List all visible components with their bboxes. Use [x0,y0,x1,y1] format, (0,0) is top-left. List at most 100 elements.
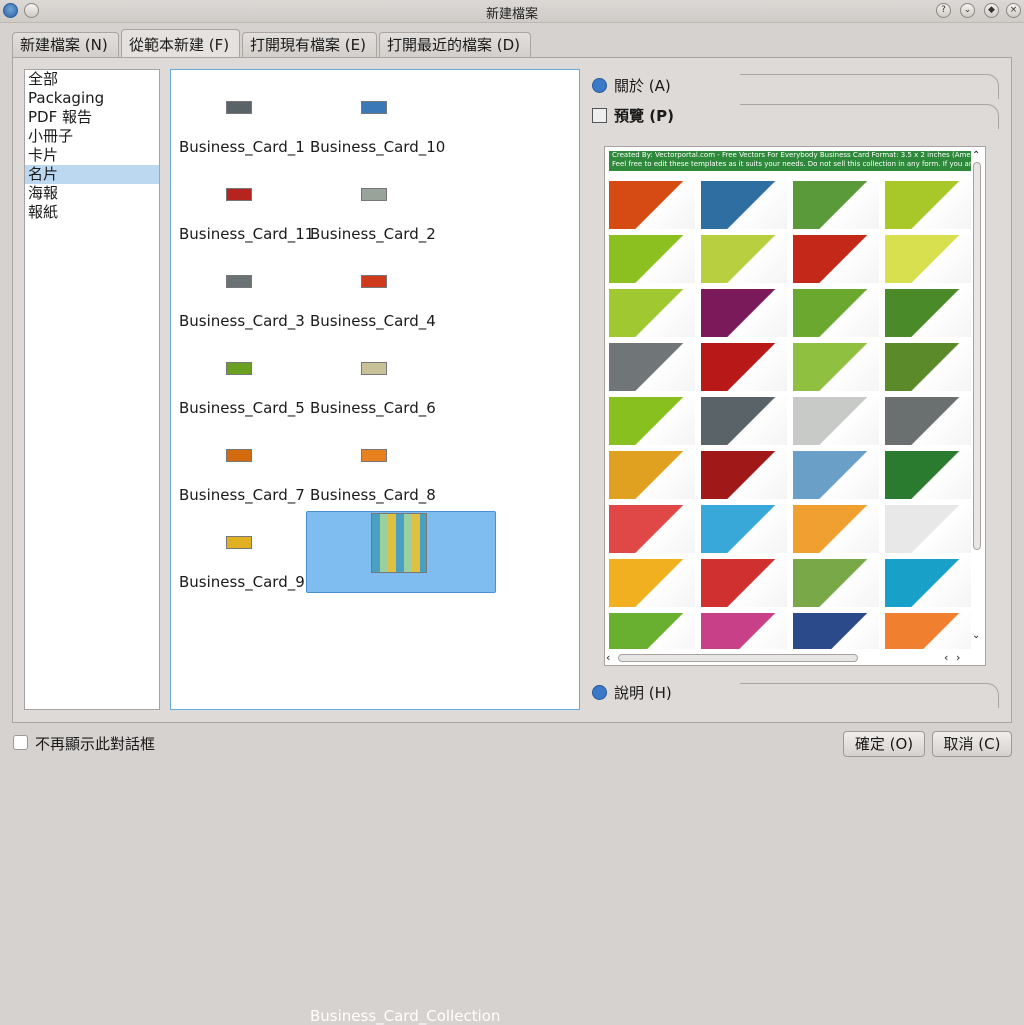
template-thumbnail [361,275,387,288]
help-circle-icon [592,685,607,700]
preview-header: Created By: Vectorportal.com - Free Vect… [609,151,971,171]
help-icon[interactable]: ? [936,3,951,18]
preview-card [609,505,695,553]
template-thumbnail [361,101,387,114]
template-thumbnail [226,362,252,375]
preview-card [701,451,787,499]
template-view[interactable]: Business_Card_1 Business_Card_10 Business_… [170,69,580,1025]
template-label: Business_Card_8 [310,486,436,504]
preview-section-header[interactable]: 預覽 (P) [592,104,674,128]
about-divider [740,74,999,99]
dont-show-again-label: 不再顯示此對話框 [35,735,156,753]
tab-new-file[interactable]: 新建檔案 (N) [12,32,119,58]
preview-card [609,235,695,283]
template-thumbnail [226,188,252,201]
preview-divider [740,104,999,129]
help-section-header[interactable]: 說明 (H) [592,681,672,705]
preview-card [701,289,787,337]
template-thumbnail [361,362,387,375]
about-section-header[interactable]: 關於 (A) [592,74,671,98]
preview-card [793,397,879,445]
preview-card [885,559,971,607]
category-list[interactable]: 全部 Packaging PDF 報告 小冊子 卡片 名片 海報 報紙 [24,69,160,710]
template-label: Business_Card_10 [310,138,446,156]
category-all[interactable]: 全部 [25,70,159,89]
scroll-left-icon[interactable]: ‹ [606,651,610,664]
category-packaging[interactable]: Packaging [25,89,159,108]
window-title: 新建檔案 [485,7,538,22]
preview-card [609,559,695,607]
template-thumbnail [226,449,252,462]
preview-card [609,397,695,445]
preview-vertical-scrollbar[interactable]: ⌃ ⌄ [970,150,984,650]
ok-button[interactable]: 確定 (O) [843,731,925,757]
preview-card [885,289,971,337]
preview-panel[interactable]: Created By: Vectorportal.com - Free Vect… [604,146,986,666]
scroll-down-icon[interactable]: ⌄ [972,630,980,641]
vertical-scroll-thumb[interactable] [973,162,981,550]
tab-open-existing[interactable]: 打開現有檔案 (E) [242,32,377,58]
template-thumbnail [361,449,387,462]
preview-card [793,559,879,607]
tab-open-recent[interactable]: 打開最近的檔案 (D) [379,32,531,58]
close-icon[interactable]: × [1006,3,1021,18]
template-thumbnail [361,188,387,201]
template-label: Business_Card_Collection [310,1007,501,1025]
preview-label: 預覽 (P) [614,107,674,125]
preview-card [793,181,879,229]
preview-card [609,289,695,337]
category-pdf-report[interactable]: PDF 報告 [25,108,159,127]
about-label: 關於 (A) [614,77,671,95]
preview-card [885,181,971,229]
horizontal-scroll-thumb[interactable] [618,654,858,662]
scroll-left-end-icon[interactable]: ‹ [944,651,948,664]
preview-card [701,397,787,445]
title-bar: 新建檔案 ? ⌄ ◆ × [0,0,1024,23]
category-newspaper[interactable]: 報紙 [25,203,159,222]
category-business-card[interactable]: 名片 [25,165,159,184]
preview-card-grid [609,181,971,649]
scroll-up-icon[interactable]: ⌃ [972,150,980,161]
maximize-icon[interactable]: ◆ [984,3,999,18]
preview-card [885,613,971,649]
preview-card [609,451,695,499]
preview-card [701,505,787,553]
info-icon [592,78,607,93]
tab-from-template[interactable]: 從範本新建 (F) [121,29,240,59]
preview-card [701,343,787,391]
template-thumbnail [226,275,252,288]
category-card[interactable]: 卡片 [25,146,159,165]
template-label: Business_Card_2 [310,225,436,243]
preview-card [793,235,879,283]
preview-card [793,505,879,553]
preview-card [609,181,695,229]
preview-card [701,613,787,649]
preview-card [885,451,971,499]
dont-show-again-checkbox[interactable] [13,735,28,750]
preview-card [885,505,971,553]
template-label: Business_Card_4 [310,312,436,330]
preview-card [793,613,879,649]
preview-card [793,451,879,499]
preview-card [609,613,695,649]
scroll-right-icon[interactable]: › [956,651,960,664]
template-label: Business_Card_7 [179,486,305,504]
help-divider [740,683,999,708]
template-label: Business_Card_6 [310,399,436,417]
template-label: Business_Card_3 [179,312,305,330]
category-poster[interactable]: 海報 [25,184,159,203]
template-label: Business_Card_1 [179,138,305,156]
preview-card [885,343,971,391]
template-thumbnail [226,101,252,114]
preview-card [701,235,787,283]
minimize-icon[interactable]: ⌄ [960,3,975,18]
preview-card [701,181,787,229]
template-label: Business_Card_9 [179,573,305,591]
cancel-button[interactable]: 取消 (C) [932,731,1012,757]
category-brochure[interactable]: 小冊子 [25,127,159,146]
preview-card [793,343,879,391]
preview-card [609,343,695,391]
preview-header-line2: Feel free to edit these templates as it … [612,160,971,168]
preview-horizontal-scrollbar[interactable]: ‹ ‹ › [606,651,968,665]
help-label: 說明 (H) [614,684,672,702]
